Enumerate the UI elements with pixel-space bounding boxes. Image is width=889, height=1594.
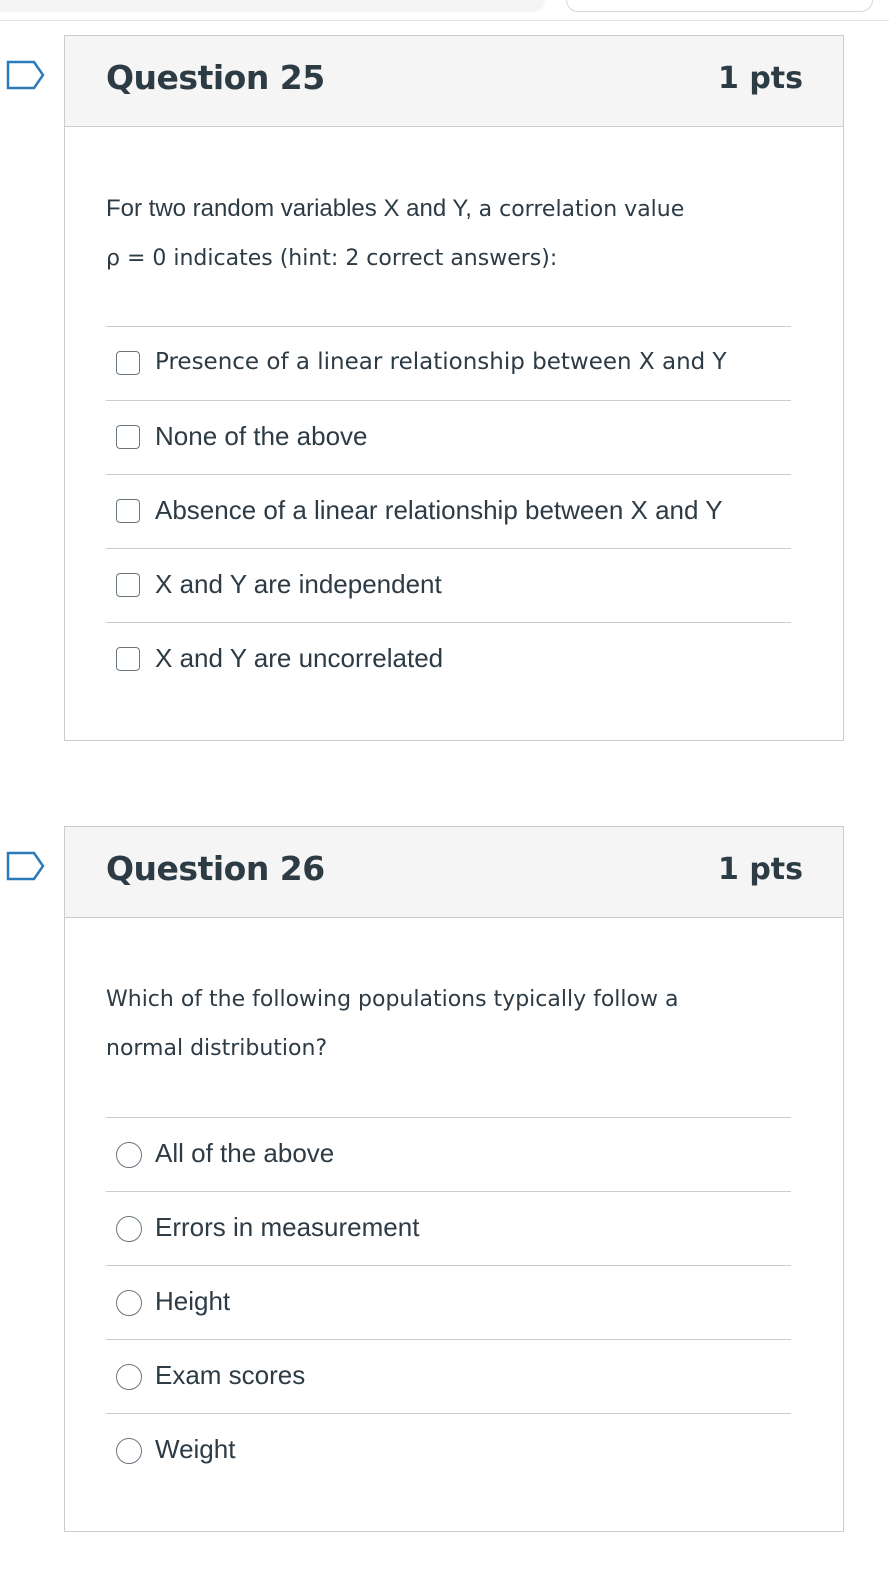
answer-label: X and Y are uncorrelated [155, 643, 444, 673]
question-26: Question 26 1 pts Which of the following… [64, 826, 844, 1532]
answer-radio[interactable] [116, 1142, 142, 1168]
answer-radio[interactable] [116, 1290, 142, 1316]
answer-option[interactable]: X and Y are uncorrelated [106, 622, 791, 696]
flag-question-icon[interactable] [6, 851, 46, 881]
question-text-line-1: Which of the following populations typic… [106, 987, 679, 1012]
answer-radio[interactable] [116, 1364, 142, 1390]
answer-option[interactable]: None of the above [106, 400, 791, 474]
top-divider [0, 20, 889, 21]
question-text-part-2: a correlation value [478, 197, 685, 222]
question-25: Question 25 1 pts For two random variabl… [64, 35, 844, 741]
question-text-line-2: ρ = 0 indicates (hint: 2 correct answers… [106, 246, 558, 271]
question-title: Question 26 [106, 849, 325, 888]
answer-option[interactable]: Exam scores [106, 1339, 791, 1413]
answer-option[interactable]: Absence of a linear relationship between… [106, 474, 791, 548]
question-text: For two random variables X and Y, a corr… [106, 184, 806, 283]
answer-label: Exam scores [155, 1360, 306, 1390]
answer-option[interactable]: X and Y are independent [106, 548, 791, 622]
question-header: Question 25 1 pts [65, 36, 843, 127]
answer-option[interactable]: Errors in measurement [106, 1191, 791, 1265]
top-toolbar-strip [0, 0, 545, 12]
answer-radio[interactable] [116, 1438, 142, 1464]
question-points: 1 pts [718, 61, 803, 96]
answer-checkbox[interactable] [116, 647, 140, 671]
answer-label: X and Y are independent [155, 569, 442, 599]
flag-question-icon[interactable] [6, 60, 46, 90]
question-text-line-2: normal distribution? [106, 1036, 328, 1061]
question-title: Question 25 [106, 58, 325, 97]
answer-checkbox[interactable] [116, 573, 140, 597]
answer-checkbox[interactable] [116, 499, 140, 523]
answer-list: All of the above Errors in measurement H… [106, 1117, 791, 1487]
question-text: Which of the following populations typic… [106, 975, 806, 1073]
top-control-pill[interactable] [566, 0, 873, 12]
answer-label: Presence of a linear relationship betwee… [155, 349, 727, 375]
answer-label: Weight [155, 1434, 236, 1464]
answer-label: All of the above [155, 1138, 335, 1168]
answer-checkbox[interactable] [116, 351, 140, 375]
answer-option[interactable]: All of the above [106, 1117, 791, 1191]
answer-list: Presence of a linear relationship betwee… [106, 326, 791, 696]
answer-option[interactable]: Height [106, 1265, 791, 1339]
answer-checkbox[interactable] [116, 425, 140, 449]
answer-radio[interactable] [116, 1216, 142, 1242]
question-text-line-1: For two random variables X and Y, a corr… [106, 184, 806, 234]
question-text-part-1: For two random variables X and Y, [106, 195, 479, 222]
answer-label: None of the above [155, 421, 368, 451]
question-points: 1 pts [718, 852, 803, 887]
answer-option[interactable]: Weight [106, 1413, 791, 1487]
answer-label: Absence of a linear relationship between… [155, 495, 723, 525]
answer-label: Height [155, 1286, 231, 1316]
answer-option[interactable]: Presence of a linear relationship betwee… [106, 326, 791, 400]
question-header: Question 26 1 pts [65, 827, 843, 918]
answer-label: Errors in measurement [155, 1212, 420, 1242]
